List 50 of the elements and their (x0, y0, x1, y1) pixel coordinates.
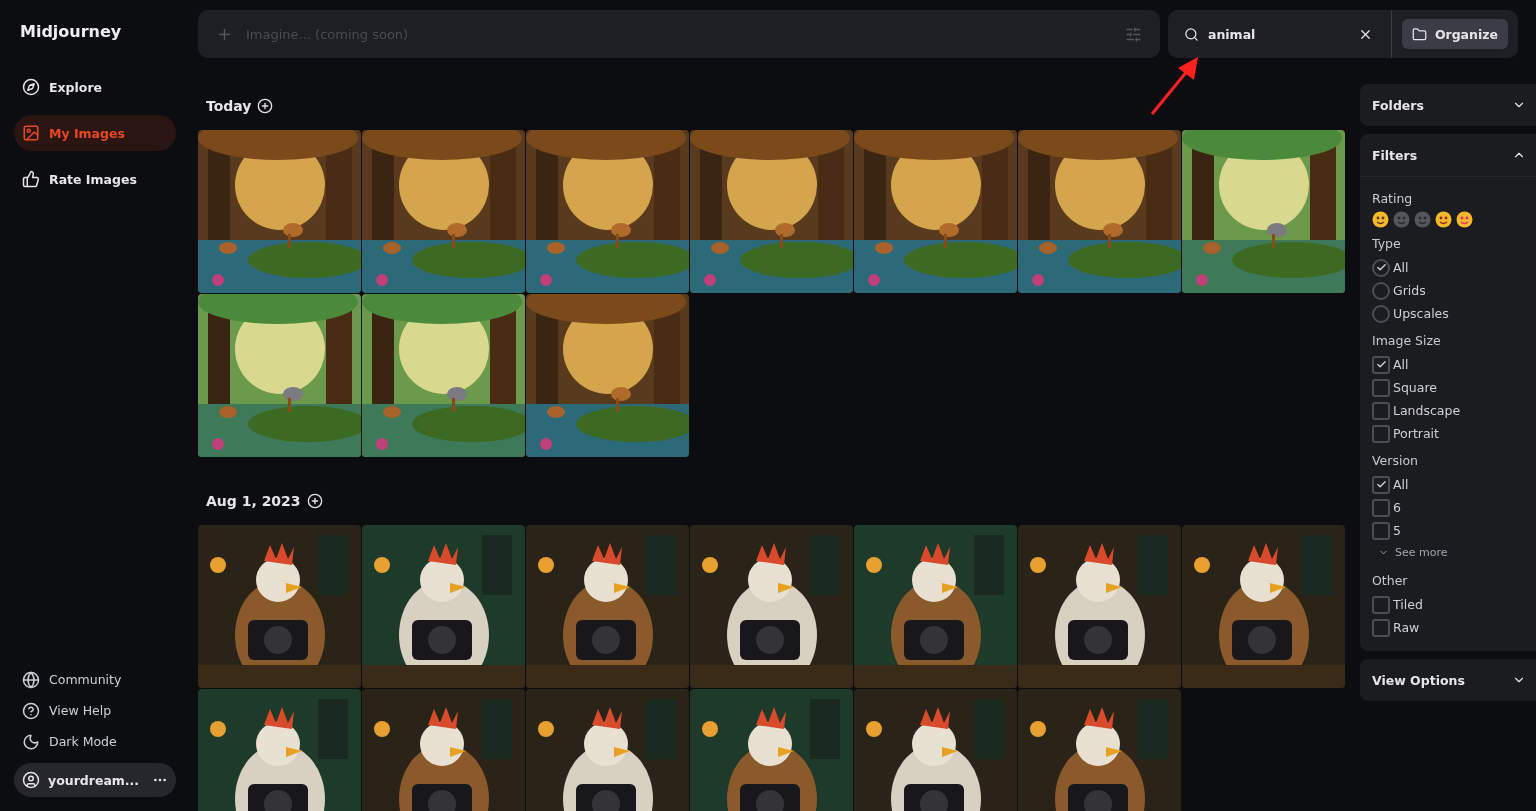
filter-heading: Version (1372, 453, 1419, 468)
checkbox-option[interactable]: Tiled (1372, 593, 1524, 616)
check-icon (1375, 262, 1387, 273)
filter-heading: Rating (1372, 191, 1414, 206)
view-options-header[interactable]: View Options (1360, 659, 1536, 701)
search-bar[interactable]: animal Organize (1168, 10, 1518, 58)
emoji-icon[interactable] (1456, 211, 1473, 228)
search-icon (1184, 26, 1199, 42)
sidebar-link[interactable]: View Help (14, 695, 176, 726)
sidebar-link[interactable]: Community (14, 664, 176, 695)
checkbox-option[interactable]: All (1372, 353, 1524, 376)
sidebar-item[interactable]: My Images (14, 115, 176, 151)
add-icon[interactable] (306, 493, 323, 509)
sidebar-item[interactable]: Rate Images (14, 161, 176, 197)
moon-icon (22, 732, 40, 751)
check-icon (1375, 359, 1387, 370)
checkbox-option[interactable]: Portrait (1372, 422, 1524, 445)
filter-heading: Other (1372, 573, 1409, 588)
radio-option[interactable]: Grids (1372, 279, 1524, 302)
date-heading: Today (206, 98, 252, 114)
date-heading: Aug 1, 2023 (206, 493, 301, 509)
user-icon (22, 771, 40, 789)
check-icon (1375, 479, 1387, 490)
user-menu[interactable]: yourdream... (14, 763, 176, 797)
emoji-icon[interactable] (1372, 211, 1389, 228)
sidebar-link[interactable]: Dark Mode (14, 726, 176, 757)
checkbox-option[interactable]: Raw (1372, 616, 1524, 639)
folders-header[interactable]: Folders (1360, 84, 1536, 126)
checkbox-option[interactable]: Square (1372, 376, 1524, 399)
app-logo: Midjourney (19, 22, 123, 41)
emoji-icon[interactable] (1435, 211, 1452, 228)
filter-heading: Image Size (1372, 333, 1442, 348)
compass-icon (22, 78, 40, 96)
checkbox-option[interactable]: All (1372, 473, 1524, 496)
add-icon[interactable] (257, 98, 274, 114)
filter-heading: Type (1372, 236, 1402, 251)
filters-header[interactable]: Filters (1360, 134, 1536, 176)
radio-option[interactable]: Upscales (1372, 302, 1524, 325)
checkbox-option[interactable]: 5 (1372, 519, 1524, 542)
checkbox-option[interactable]: Landscape (1372, 399, 1524, 422)
sidebar-item[interactable]: Explore (14, 69, 176, 105)
checkbox-option[interactable]: 6 (1372, 496, 1524, 519)
organize-button[interactable]: Organize (1401, 19, 1508, 49)
globe-icon (22, 670, 40, 689)
image-icon (22, 124, 40, 142)
folder-icon (1411, 26, 1427, 42)
radio-option[interactable]: All (1372, 256, 1524, 279)
help-icon (22, 701, 40, 720)
see-more-link[interactable]: See more (1372, 542, 1524, 565)
thumbs-up-icon (22, 170, 40, 188)
